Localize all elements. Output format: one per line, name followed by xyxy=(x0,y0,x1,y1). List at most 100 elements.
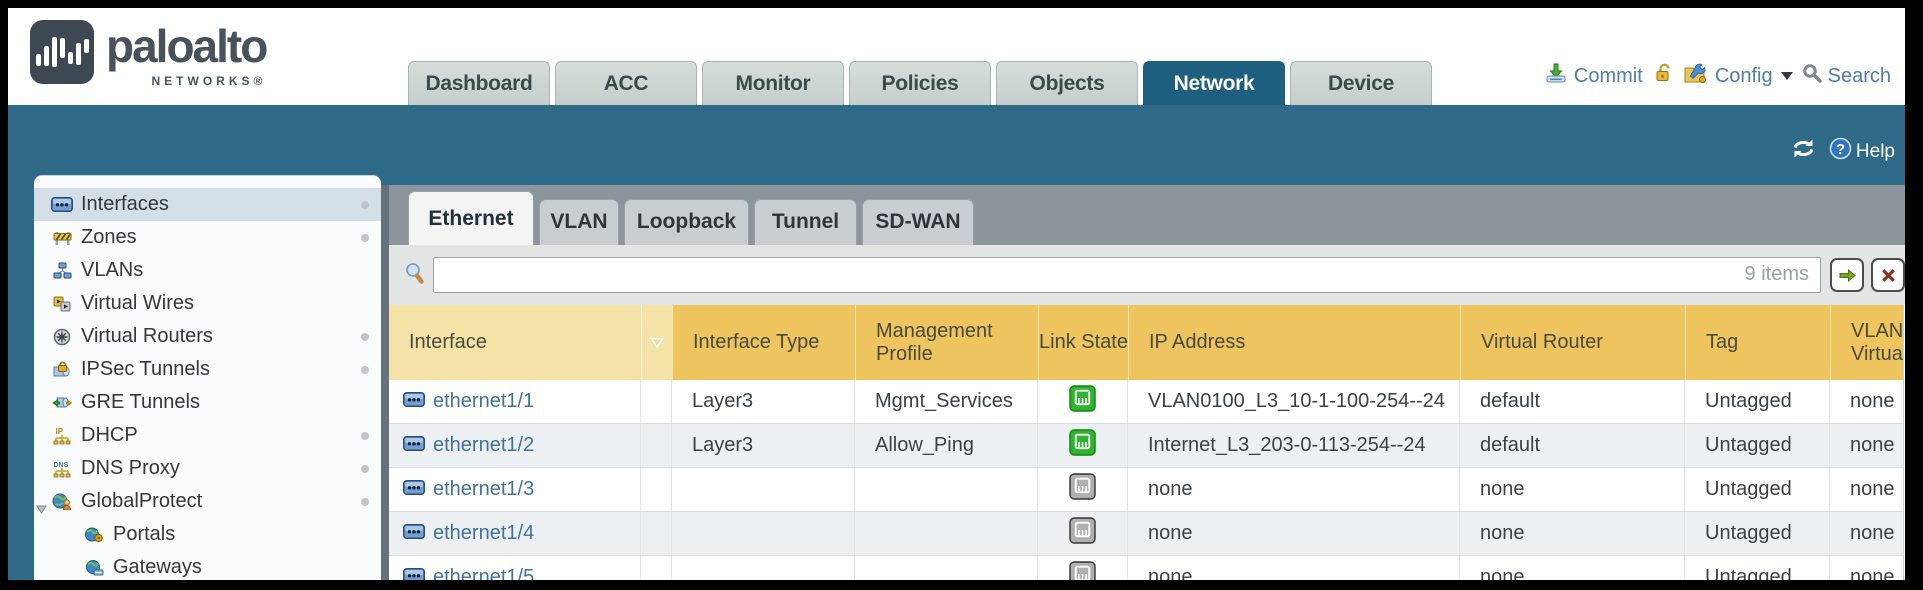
interface-link[interactable]: ethernet1/2 xyxy=(433,434,534,457)
col-vlan-virtual-wire[interactable]: VLAN / Virtual Wire xyxy=(1830,305,1905,380)
tab-device[interactable]: Device xyxy=(1290,61,1432,105)
search-icon xyxy=(1802,63,1822,89)
brand-name: paloalto xyxy=(106,20,266,72)
col-interface-type[interactable]: Interface Type xyxy=(672,305,855,380)
tab-policies[interactable]: Policies xyxy=(849,61,991,105)
chevron-down-icon xyxy=(1781,72,1793,80)
filter-bar: 9 items xyxy=(389,245,1905,305)
sidebar-item-portals[interactable]: Portals xyxy=(34,518,381,551)
globalprotect-icon xyxy=(50,493,74,510)
sidebar-item-gre-tunnels[interactable]: GRE Tunnels xyxy=(34,386,381,419)
refresh-icon[interactable] xyxy=(1790,138,1817,165)
commit-button[interactable]: Commit xyxy=(1544,62,1643,90)
main-nav-tabs: Dashboard ACC Monitor Policies Objects N… xyxy=(408,61,1437,105)
config-dropdown[interactable]: Config xyxy=(1683,62,1793,90)
help-button[interactable]: ? Help xyxy=(1829,137,1895,166)
link-state-icon[interactable] xyxy=(1069,385,1096,418)
sidebar-item-label: GlobalProtect xyxy=(81,490,202,513)
sidebar-item-ipsec-tunnels[interactable]: IPSec Tunnels xyxy=(34,353,381,386)
sidebar-item-label: DHCP xyxy=(81,424,138,447)
main-content: Ethernet VLAN Loopback Tunnel SD-WAN 9 i… xyxy=(389,185,1905,580)
interface-link[interactable]: ethernet1/1 xyxy=(433,390,534,413)
items-count: 9 items xyxy=(1745,263,1809,286)
drag-dot xyxy=(361,465,369,473)
interface-link[interactable]: ethernet1/5 xyxy=(433,566,534,580)
dns-proxy-icon: DNS xyxy=(50,460,74,478)
help-label: Help xyxy=(1856,141,1895,163)
tab-acc[interactable]: ACC xyxy=(555,61,697,105)
tab-network[interactable]: Network xyxy=(1143,61,1285,105)
gateways-icon xyxy=(82,560,106,576)
paloalto-logo: paloalto NETWORKS® xyxy=(30,20,266,88)
drag-dot xyxy=(361,432,369,440)
table-row[interactable]: ethernet1/3 none none Untagged none xyxy=(389,468,1904,512)
sidebar-item-label: IPSec Tunnels xyxy=(81,358,210,381)
sidebar-item-gateways[interactable]: Gateways xyxy=(34,551,381,580)
search-label: Search xyxy=(1828,65,1891,88)
sidebar-item-label: Portals xyxy=(113,523,175,546)
filter-input[interactable] xyxy=(433,257,1821,293)
interface-link[interactable]: ethernet1/4 xyxy=(433,522,534,545)
sidebar-item-dhcp[interactable]: IP DHCP xyxy=(34,419,381,452)
app-window: paloalto NETWORKS® Dashboard ACC Monitor… xyxy=(8,8,1905,580)
col-ip-address[interactable]: IP Address xyxy=(1128,305,1460,380)
col-tag[interactable]: Tag xyxy=(1685,305,1830,380)
col-link-state[interactable]: Link State xyxy=(1038,305,1128,380)
link-state-icon[interactable] xyxy=(1069,429,1096,462)
interface-tabstrip: Ethernet VLAN Loopback Tunnel SD-WAN xyxy=(389,185,1905,245)
table-row[interactable]: ethernet1/1 Layer3 Mgmt_Services VLAN010… xyxy=(389,380,1904,424)
table-header: Interface Interface Type Management Prof… xyxy=(389,305,1905,380)
scrollbar-gutter[interactable] xyxy=(1903,305,1905,580)
tab-monitor[interactable]: Monitor xyxy=(702,61,844,105)
svg-text:IP: IP xyxy=(56,427,64,436)
drag-dot xyxy=(361,366,369,374)
drag-dot xyxy=(361,201,369,209)
tab-loopback[interactable]: Loopback xyxy=(624,199,749,245)
svg-text:DNS: DNS xyxy=(54,462,69,469)
sidebar-item-virtual-routers[interactable]: Virtual Routers xyxy=(34,320,381,353)
top-header: paloalto NETWORKS® Dashboard ACC Monitor… xyxy=(8,8,1905,105)
link-state-icon[interactable] xyxy=(1069,561,1096,580)
gre-tunnels-icon xyxy=(50,395,74,411)
sort-dropdown-icon[interactable] xyxy=(641,305,672,380)
sidebar-item-label: DNS Proxy xyxy=(81,457,180,480)
ethernet-port-icon xyxy=(403,478,425,501)
sidebar-item-label: Interfaces xyxy=(81,193,169,216)
filter-search-icon xyxy=(404,262,425,290)
sidebar-item-label: GRE Tunnels xyxy=(81,391,200,414)
sidebar-item-globalprotect[interactable]: GlobalProtect xyxy=(34,485,381,518)
sidebar-item-label: Zones xyxy=(81,226,137,249)
table-row[interactable]: ethernet1/4 none none Untagged none xyxy=(389,512,1904,556)
clear-filter-button[interactable] xyxy=(1871,258,1905,292)
sidebar-content-divider[interactable] xyxy=(381,185,389,580)
help-icon: ? xyxy=(1829,137,1852,166)
table-row[interactable]: ethernet1/2 Layer3 Allow_Ping Internet_L… xyxy=(389,424,1904,468)
tab-objects[interactable]: Objects xyxy=(996,61,1138,105)
sidebar-item-vlans[interactable]: VLANs xyxy=(34,254,381,287)
brand-subname: NETWORKS® xyxy=(152,74,267,88)
link-state-icon[interactable] xyxy=(1069,473,1096,506)
tab-sd-wan[interactable]: SD-WAN xyxy=(862,199,974,245)
apply-filter-button[interactable] xyxy=(1830,258,1864,292)
tab-ethernet[interactable]: Ethernet xyxy=(408,191,534,245)
sidebar-item-zones[interactable]: Zones xyxy=(34,221,381,254)
link-state-icon[interactable] xyxy=(1069,517,1096,550)
virtual-wires-icon xyxy=(50,296,74,312)
col-management-profile[interactable]: Management Profile xyxy=(855,305,1038,380)
ethernet-port-icon xyxy=(403,434,425,457)
table-row[interactable]: ethernet1/5 none none Untagged none xyxy=(389,556,1904,580)
sidebar-item-interfaces[interactable]: Interfaces xyxy=(34,188,381,221)
tab-dashboard[interactable]: Dashboard xyxy=(408,61,550,105)
sidebar-item-label: VLANs xyxy=(81,259,143,282)
col-interface[interactable]: Interface xyxy=(389,305,641,380)
interfaces-icon xyxy=(50,197,74,212)
interface-link[interactable]: ethernet1/3 xyxy=(433,478,534,501)
lock-icon[interactable] xyxy=(1652,62,1674,90)
search-button[interactable]: Search xyxy=(1802,63,1891,89)
sidebar-item-virtual-wires[interactable]: Virtual Wires xyxy=(34,287,381,320)
expander-icon[interactable] xyxy=(36,497,47,520)
col-virtual-router[interactable]: Virtual Router xyxy=(1460,305,1685,380)
tab-vlan[interactable]: VLAN xyxy=(539,199,619,245)
sidebar-item-dns-proxy[interactable]: DNS DNS Proxy xyxy=(34,452,381,485)
tab-tunnel[interactable]: Tunnel xyxy=(754,199,857,245)
